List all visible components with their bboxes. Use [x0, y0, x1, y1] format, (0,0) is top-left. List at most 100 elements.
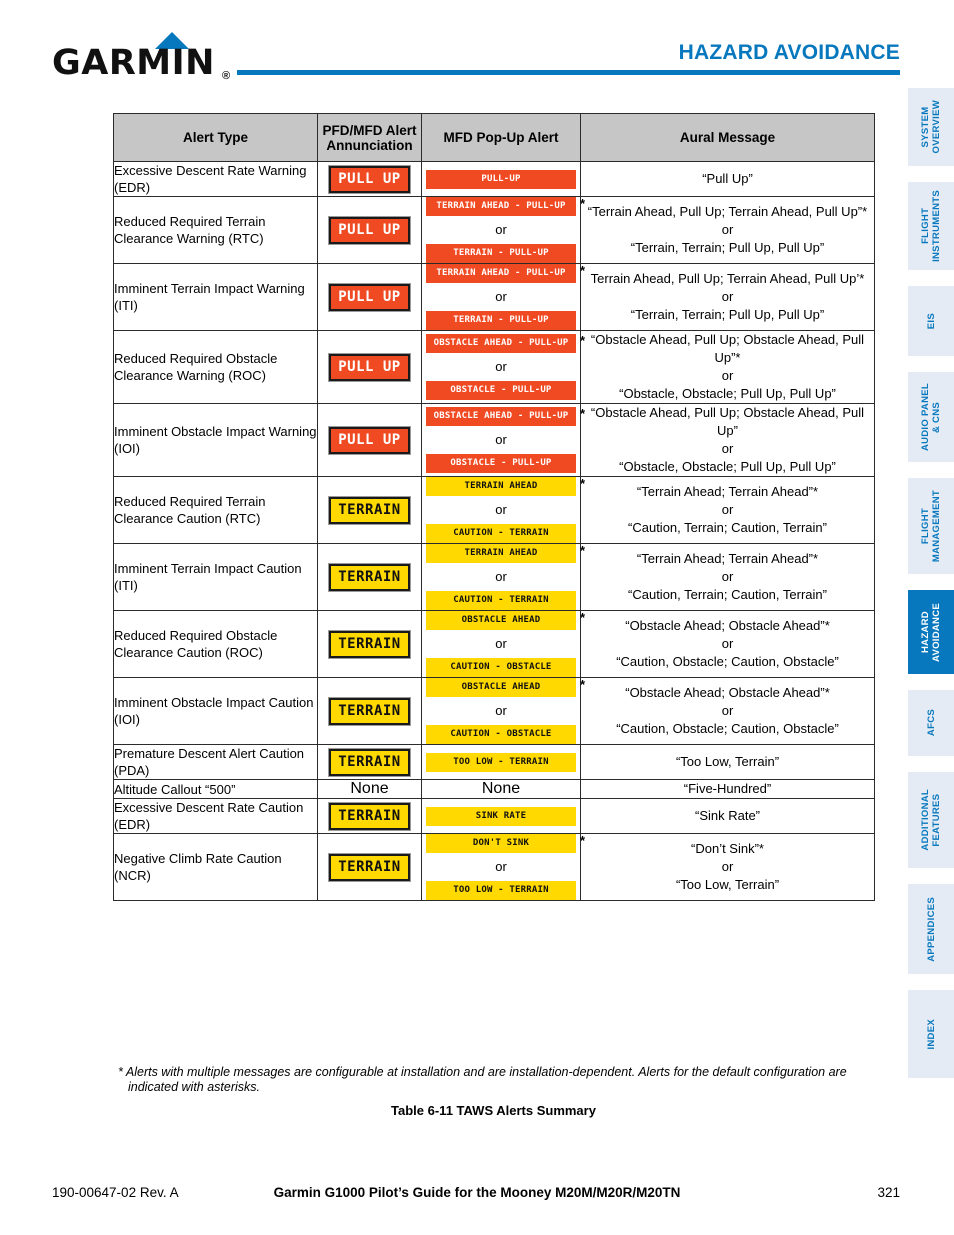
sidebar-tab-label: FLIGHT MANAGEMENT	[920, 489, 942, 563]
cell-pfd-annunciation: PULL UP	[317, 330, 422, 404]
cell-pfd-annunciation: TERRAIN	[317, 610, 422, 678]
column-header-aural-message: Aural Message	[580, 113, 875, 162]
cell-alert-type: Imminent Obstacle Impact Caution (IOI)	[113, 677, 318, 745]
popup-alert-stack: TERRAIN AHEAD * or CAUTION - TERRAIN	[422, 543, 585, 610]
asterisk-marker: *	[579, 610, 585, 625]
annunciation-chip-terrain: TERRAIN	[328, 801, 411, 831]
annunciation-chip-terrain: TERRAIN	[328, 562, 411, 592]
cell-pfd-annunciation: TERRAIN	[317, 677, 422, 745]
page-number: 321	[877, 1185, 900, 1200]
sidebar-tab-additional-features[interactable]: ADDITIONAL FEATURES	[908, 772, 954, 868]
cell-mfd-popup: SINK RATE	[421, 798, 581, 834]
popup-alert-row: CAUTION - TERRAIN	[426, 524, 576, 543]
popup-alert-bar-orange: TERRAIN - PULL-UP	[426, 244, 576, 263]
sidebar-tab-appendices[interactable]: APPENDICES	[908, 884, 954, 974]
annunciation-chip-pullup: PULL UP	[328, 164, 411, 194]
popup-alert-row: CAUTION - TERRAIN	[426, 591, 576, 610]
popup-alert-bar-orange: OBSTACLE AHEAD - PULL-UP	[426, 407, 576, 426]
sidebar-tab-label: HAZARD AVOIDANCE	[920, 602, 942, 662]
table-row: Altitude Callout “500” None None “Five-Hund…	[113, 779, 875, 799]
asterisk-marker: *	[579, 196, 585, 211]
aural-or-separator: or	[721, 636, 734, 651]
aural-message-line: “Obstacle, Obstacle; Pull Up, Pull Up”	[619, 386, 836, 401]
table-footnote: * Alerts with multiple messages are conf…	[118, 1065, 847, 1094]
popup-alert-row: TERRAIN AHEAD *	[426, 476, 585, 496]
popup-alert-bar-orange: OBSTACLE - PULL-UP	[426, 454, 576, 473]
popup-alert-bar-yellow: TERRAIN AHEAD	[426, 544, 576, 563]
chapter-tab-sidebar: SYSTEM OVERVIEW FLIGHT INSTRUMENTS EIS AUDI…	[908, 88, 954, 1123]
popup-alert-bar-orange: TERRAIN AHEAD - PULL-UP	[426, 264, 576, 283]
popup-alert-bar-orange: OBSTACLE AHEAD - PULL-UP	[426, 334, 576, 353]
popup-alert-row: TERRAIN AHEAD - PULL-UP *	[426, 196, 585, 216]
table-row: Reduced Required Obstacle Clearance Caut…	[113, 610, 875, 678]
cell-pfd-annunciation: TERRAIN	[317, 476, 422, 544]
cell-alert-type: Premature Descent Alert Caution (PDA)	[113, 744, 318, 780]
table-row: Reduced Required Terrain Clearance Warni…	[113, 196, 875, 264]
cell-alert-type: Reduced Required Terrain Clearance Cauti…	[113, 476, 318, 544]
cell-aural-message: Terrain Ahead, Pull Up; Terrain Ahead, P…	[580, 263, 875, 331]
aural-message-line: “Obstacle Ahead, Pull Up; Obstacle Ahead…	[590, 332, 865, 365]
sidebar-tab-afcs[interactable]: AFCS	[908, 690, 954, 756]
cell-alert-type: Excessive Descent Rate Warning (EDR)	[113, 161, 318, 197]
aural-or-separator: or	[721, 703, 734, 718]
asterisk-marker: *	[579, 333, 585, 348]
popup-alert-stack: None	[422, 780, 580, 798]
cell-pfd-annunciation: PULL UP	[317, 196, 422, 264]
annunciation-chip-terrain: TERRAIN	[328, 696, 411, 726]
sidebar-tab-label: SYSTEM OVERVIEW	[920, 100, 942, 154]
cell-mfd-popup: None	[421, 779, 581, 799]
cell-mfd-popup: DON'T SINK * or TOO LOW - TERRAIN	[421, 833, 585, 901]
cell-aural-message: “Obstacle Ahead, Pull Up; Obstacle Ahead…	[580, 403, 875, 477]
popup-alert-row: PULL-UP	[426, 169, 576, 189]
annunciation-none-text: None	[350, 780, 389, 797]
cell-alert-type: Reduced Required Obstacle Clearance Caut…	[113, 610, 318, 678]
sidebar-tab-hazard-avoidance[interactable]: HAZARD AVOIDANCE	[908, 590, 954, 674]
annunciation-chip-pullup: PULL UP	[328, 282, 411, 312]
sidebar-tab-audio-panel-cns[interactable]: AUDIO PANEL & CNS	[908, 372, 954, 462]
aural-message-line: “Terrain Ahead; Terrain Ahead”*	[636, 551, 819, 566]
popup-or-separator: or	[495, 289, 507, 304]
page-title: HAZARD AVOIDANCE	[678, 41, 900, 64]
popup-alert-row: OBSTACLE - PULL-UP	[426, 454, 576, 473]
sidebar-tab-label: APPENDICES	[925, 896, 937, 962]
popup-alert-bar-yellow: CAUTION - TERRAIN	[426, 524, 576, 543]
aural-message-line: “Terrain Ahead; Terrain Ahead”*	[636, 484, 819, 499]
aural-message-line: “Too Low, Terrain”	[675, 877, 780, 892]
column-header-pfd-mfd-annunciation: PFD/MFD Alert Annunciation	[317, 113, 422, 162]
popup-or-separator: or	[495, 703, 507, 718]
aural-message-line: “Too Low, Terrain”	[675, 754, 780, 769]
aural-message-line: “Terrain Ahead, Pull Up; Terrain Ahead, …	[587, 204, 868, 219]
popup-or-separator: or	[495, 569, 507, 584]
cell-pfd-annunciation: TERRAIN	[317, 798, 422, 834]
table-row: Imminent Terrain Impact Caution (ITI) TER…	[113, 543, 875, 611]
registered-mark-icon: ®	[222, 70, 231, 82]
table-row: Excessive Descent Rate Caution (EDR) TERR…	[113, 798, 875, 834]
table-row: Reduced Required Terrain Clearance Cauti…	[113, 476, 875, 544]
cell-aural-message: “Too Low, Terrain”	[580, 744, 875, 780]
aural-message-line: “Obstacle Ahead, Pull Up; Obstacle Ahead…	[590, 405, 865, 438]
sidebar-tab-system-overview[interactable]: SYSTEM OVERVIEW	[908, 88, 954, 166]
cell-aural-message: “Obstacle Ahead; Obstacle Ahead”* or “Caut…	[580, 610, 875, 678]
aural-message-line: “Caution, Obstacle; Caution, Obstacle”	[616, 721, 839, 736]
popup-alert-bar-yellow: CAUTION - OBSTACLE	[426, 725, 576, 744]
aural-message-line: “Terrain, Terrain; Pull Up, Pull Up”	[630, 307, 825, 322]
popup-or-separator: or	[495, 432, 507, 447]
popup-alert-row: OBSTACLE AHEAD - PULL-UP *	[426, 406, 585, 426]
column-header-mfd-popup-alert: MFD Pop-Up Alert	[421, 113, 581, 162]
sidebar-tab-flight-instruments[interactable]: FLIGHT INSTRUMENTS	[908, 182, 954, 270]
annunciation-chip-terrain: TERRAIN	[328, 629, 411, 659]
table-row: Negative Climb Rate Caution (NCR) TERRAIN…	[113, 833, 875, 901]
popup-alert-stack: OBSTACLE AHEAD * or CAUTION - OBSTACLE	[422, 677, 585, 744]
sidebar-tab-eis[interactable]: EIS	[908, 286, 954, 356]
table-body: Excessive Descent Rate Warning (EDR) PULL…	[113, 161, 875, 901]
cell-pfd-annunciation: TERRAIN	[317, 833, 422, 901]
annunciation-chip-pullup: PULL UP	[328, 215, 411, 245]
page-header: GARMIN ® HAZARD AVOIDANCE	[0, 0, 954, 96]
popup-alert-row: None	[426, 780, 576, 798]
sidebar-tab-index[interactable]: INDEX	[908, 990, 954, 1078]
annunciation-chip-terrain: TERRAIN	[328, 852, 411, 882]
sidebar-tab-flight-management[interactable]: FLIGHT MANAGEMENT	[908, 478, 954, 574]
popup-alert-row: TERRAIN - PULL-UP	[426, 244, 576, 263]
taws-alerts-table: Alert Type PFD/MFD Alert Annunciation MF…	[113, 113, 875, 901]
aural-or-separator: or	[721, 859, 734, 874]
